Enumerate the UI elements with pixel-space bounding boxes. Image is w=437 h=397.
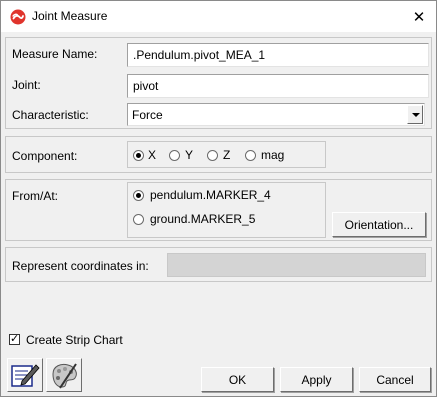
notepad-icon [11,364,40,387]
from-at-option-marker4: pendulum.MARKER_4 [150,188,271,202]
measure-name-field[interactable]: .Pendulum.pivot_MEA_1 [127,43,429,67]
from-at-label: From/At: [12,189,59,203]
represent-coordinates-field [167,253,426,277]
close-icon: ✕ [412,7,426,26]
from-at-radio-panel: pendulum.MARKER_4 ground.MARKER_5 [127,182,326,238]
measure-definition-group: Measure Name: .Pendulum.pivot_MEA_1 Join… [5,37,432,129]
close-button[interactable]: ✕ [402,1,436,32]
notes-button[interactable] [7,358,43,392]
characteristic-select[interactable]: Force [127,103,425,126]
from-at-option-marker5: ground.MARKER_5 [150,212,256,226]
component-radio-x[interactable] [133,150,144,161]
component-option-mag: mag [261,148,285,162]
create-strip-chart-checkbox[interactable] [9,332,20,345]
component-option-z: Z [223,148,231,162]
create-strip-chart-label: Create Strip Chart [26,333,123,347]
from-at-group: From/At: pendulum.MARKER_4 ground.MARKER… [5,179,432,241]
appearance-button[interactable] [46,358,82,392]
from-at-radio-marker5[interactable] [133,214,144,225]
apply-button[interactable]: Apply [280,367,353,392]
window-title: Joint Measure [32,9,108,23]
characteristic-label: Characteristic: [12,108,89,122]
joint-field[interactable]: pivot [127,74,429,98]
component-option-x: X [148,148,157,162]
component-option-y: Y [185,148,194,162]
title-bar: Joint Measure ✕ [1,1,436,32]
cancel-button[interactable]: Cancel [359,367,431,392]
component-radio-mag[interactable] [245,150,256,161]
chevron-down-icon[interactable] [407,105,423,124]
joint-label: Joint: [12,78,41,92]
component-group: Component: X Y Z mag [5,136,432,173]
component-label: Component: [12,149,78,163]
characteristic-value: Force [132,108,163,122]
adams-logo-icon [10,9,26,25]
represent-coordinates-label: Represent coordinates in: [12,259,149,273]
joint-measure-dialog: Joint Measure ✕ Measure Name: .Pendulum.… [0,0,437,397]
component-radio-panel: X Y Z mag [127,141,326,168]
measure-name-label: Measure Name: [12,47,98,61]
ok-button[interactable]: OK [201,367,274,392]
represent-coordinates-group: Represent coordinates in: [5,247,432,282]
component-radio-z[interactable] [207,150,218,161]
from-at-radio-marker4[interactable] [133,190,144,201]
palette-icon [52,363,77,389]
component-radio-y[interactable] [169,150,180,161]
orientation-button[interactable]: Orientation... [332,212,426,237]
